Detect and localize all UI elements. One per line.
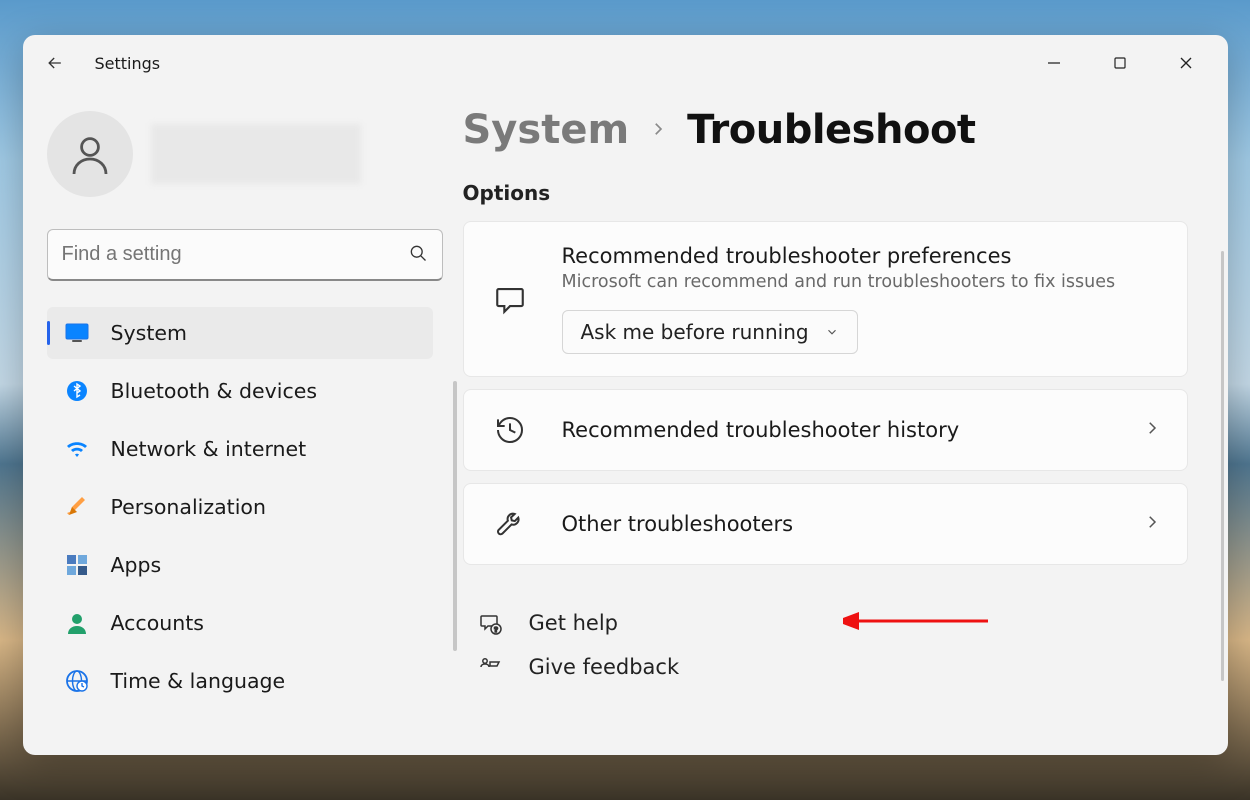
sidebar: System Bluetooth & devices Network & int…	[23, 101, 463, 755]
card-title: Recommended troubleshooter preferences	[562, 244, 1161, 268]
preferences-dropdown[interactable]: Ask me before running	[562, 310, 858, 354]
card-troubleshooter-history[interactable]: Recommended troubleshooter history	[463, 389, 1188, 471]
sidebar-item-accounts[interactable]: Accounts	[47, 597, 433, 649]
avatar	[47, 111, 133, 197]
sidebar-item-label: Accounts	[111, 611, 204, 635]
wrench-icon	[490, 508, 530, 540]
card-recommended-preferences: Recommended troubleshooter preferences M…	[463, 221, 1188, 377]
get-help-link[interactable]: ? Get help	[463, 605, 1188, 641]
app-title: Settings	[95, 54, 161, 73]
maximize-button[interactable]	[1108, 51, 1132, 75]
sidebar-item-label: Time & language	[111, 669, 286, 693]
globe-clock-icon	[65, 669, 89, 693]
nav-list: System Bluetooth & devices Network & int…	[47, 307, 443, 707]
help-label: Get help	[529, 611, 619, 635]
accounts-icon	[65, 611, 89, 635]
sidebar-item-personalization[interactable]: Personalization	[47, 481, 433, 533]
paintbrush-icon	[65, 495, 89, 519]
main-scrollbar[interactable]	[1221, 251, 1224, 681]
give-feedback-link[interactable]: Give feedback	[463, 649, 1188, 685]
breadcrumb-current: Troubleshoot	[687, 107, 975, 153]
sidebar-item-apps[interactable]: Apps	[47, 539, 433, 591]
sidebar-item-system[interactable]: System	[47, 307, 433, 359]
search-box[interactable]	[47, 229, 443, 281]
sidebar-item-label: Network & internet	[111, 437, 307, 461]
chevron-right-icon	[1143, 419, 1161, 441]
sidebar-scrollbar[interactable]	[453, 381, 457, 651]
svg-text:?: ?	[493, 626, 497, 634]
help-icon: ?	[473, 611, 507, 635]
chevron-down-icon	[825, 320, 839, 344]
system-icon	[65, 321, 89, 345]
card-title: Other troubleshooters	[562, 512, 1111, 536]
chat-bubble-icon	[490, 282, 530, 316]
section-options-title: Options	[463, 181, 1188, 205]
sidebar-item-label: Bluetooth & devices	[111, 379, 318, 403]
card-title: Recommended troubleshooter history	[562, 418, 1111, 442]
bluetooth-icon	[65, 379, 89, 403]
chevron-right-icon	[1143, 513, 1161, 535]
chevron-right-icon	[649, 116, 667, 144]
search-input[interactable]	[62, 243, 408, 266]
card-subtitle: Microsoft can recommend and run troubles…	[562, 272, 1161, 292]
close-button[interactable]	[1174, 51, 1198, 75]
sidebar-item-bluetooth[interactable]: Bluetooth & devices	[47, 365, 433, 417]
sidebar-item-time-language[interactable]: Time & language	[47, 655, 433, 707]
sidebar-item-label: Apps	[111, 553, 162, 577]
main-content: System Troubleshoot Options Recommended …	[463, 101, 1228, 755]
feedback-label: Give feedback	[529, 655, 680, 679]
minimize-button[interactable]	[1042, 51, 1066, 75]
user-profile[interactable]	[47, 111, 443, 197]
dropdown-value: Ask me before running	[581, 320, 809, 344]
sidebar-item-label: Personalization	[111, 495, 266, 519]
feedback-icon	[473, 655, 507, 679]
search-icon	[408, 243, 428, 267]
sidebar-item-label: System	[111, 321, 187, 345]
settings-window: Settings	[23, 35, 1228, 755]
window-controls	[1042, 51, 1212, 75]
card-other-troubleshooters[interactable]: Other troubleshooters	[463, 483, 1188, 565]
wifi-icon	[65, 437, 89, 461]
titlebar: Settings	[23, 35, 1228, 91]
breadcrumb: System Troubleshoot	[463, 107, 1188, 153]
sidebar-item-network[interactable]: Network & internet	[47, 423, 433, 475]
back-button[interactable]	[39, 47, 71, 79]
apps-icon	[65, 553, 89, 577]
breadcrumb-parent[interactable]: System	[463, 107, 630, 153]
history-icon	[490, 414, 530, 446]
user-name-redacted	[151, 124, 361, 184]
